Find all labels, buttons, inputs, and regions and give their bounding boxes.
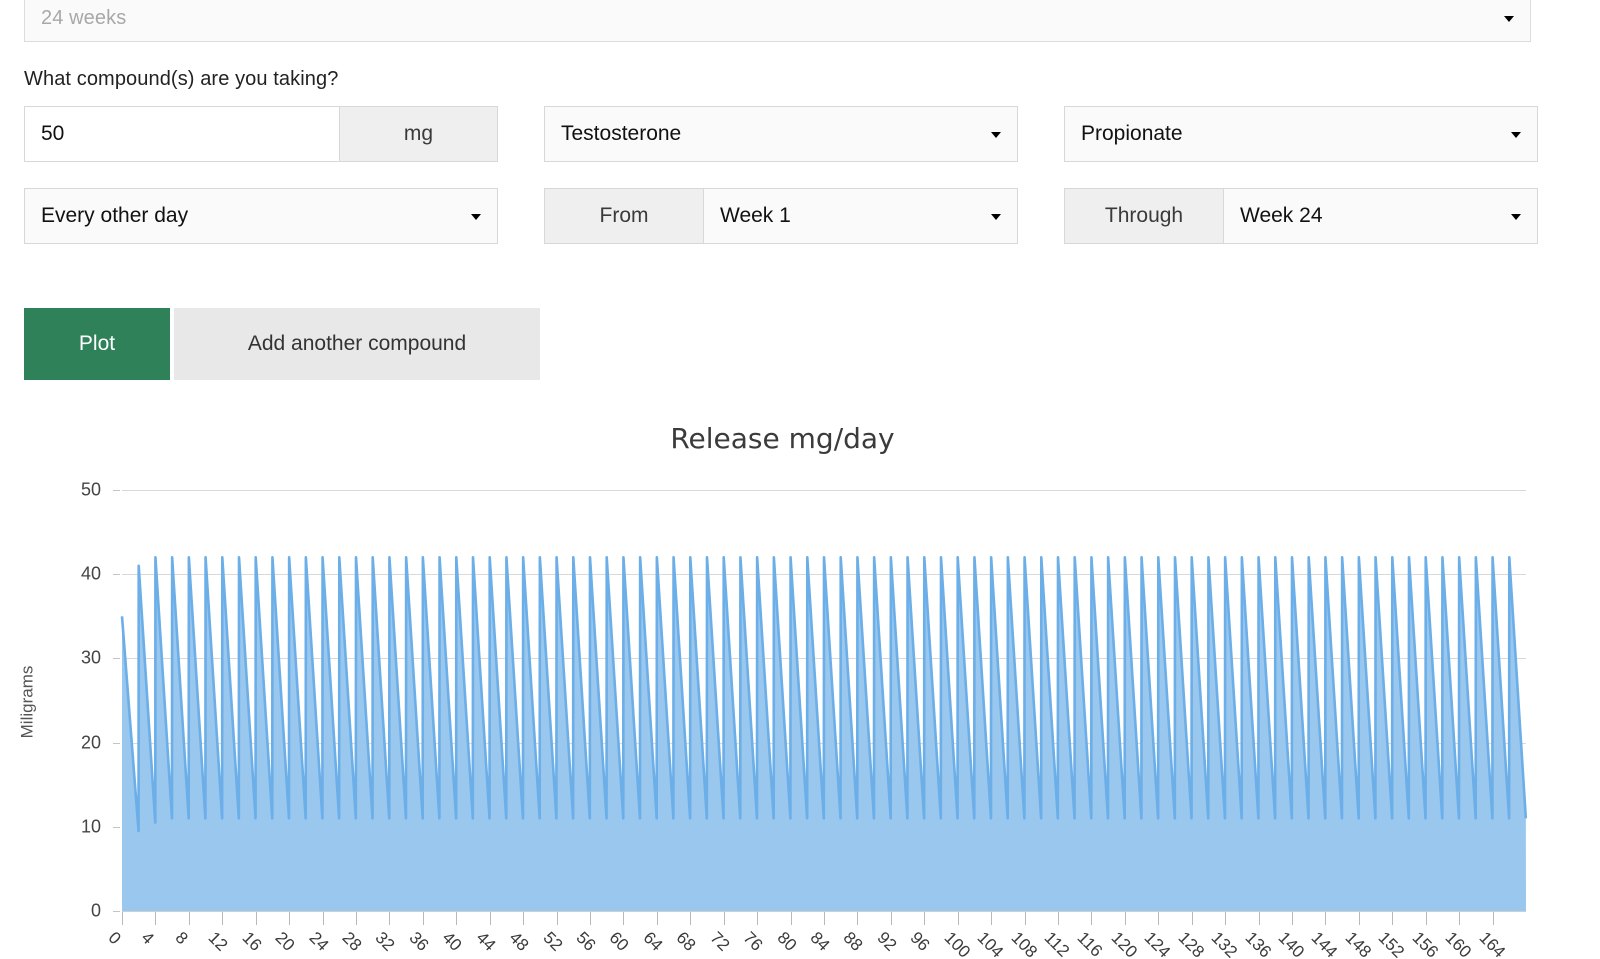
through-week-select[interactable]: Week 24 [1223, 188, 1538, 244]
x-tick-mark [790, 912, 792, 925]
x-tick-mark [1191, 912, 1193, 925]
x-tick-mark [222, 912, 224, 925]
chart-plot-area [120, 556, 1528, 911]
add-another-compound-button-label: Add another compound [247, 332, 467, 355]
x-tick-mark [289, 912, 291, 925]
through-addon: Through [1064, 188, 1224, 244]
from-addon: From [544, 188, 704, 244]
plot-button[interactable]: Plot [24, 308, 170, 380]
x-tick-mark [1158, 912, 1160, 925]
x-tick-mark [991, 912, 993, 925]
dose-unit-label: mg [403, 122, 434, 145]
frequency-select[interactable]: Every other day [24, 188, 498, 244]
frequency-select-value: Every other day [41, 204, 189, 227]
add-another-compound-button[interactable]: Add another compound [174, 308, 540, 380]
chevron-down-icon [1511, 214, 1521, 220]
x-tick-mark [523, 912, 525, 925]
x-tick-mark [1058, 912, 1059, 925]
through-week-select-value: Week 24 [1240, 204, 1323, 227]
x-tick-mark [1258, 912, 1260, 925]
x-tick-mark [1392, 912, 1394, 925]
x-tick-mark [1091, 912, 1093, 925]
chevron-down-icon [1504, 16, 1514, 22]
app-page: 24 weeks What compound(s) are you taking… [0, 0, 1600, 959]
x-tick-mark [1459, 912, 1461, 925]
chevron-down-icon [991, 132, 1001, 138]
x-tick-mark [356, 912, 357, 925]
x-tick-mark [1292, 912, 1293, 925]
x-tick-mark [590, 912, 591, 925]
x-tick-mark [1124, 912, 1126, 925]
chevron-down-icon [1511, 132, 1521, 138]
ester-select[interactable]: Propionate [1064, 106, 1538, 162]
ester-select-value: Propionate [1081, 122, 1183, 145]
dose-unit-addon: mg [339, 106, 498, 162]
dose-input[interactable]: 50 [24, 106, 340, 162]
x-tick-mark [957, 912, 959, 925]
dose-input-value: 50 [41, 122, 65, 145]
compound-select-value: Testosterone [561, 122, 682, 145]
x-tick-mark [255, 912, 257, 925]
x-tick-mark [824, 912, 825, 925]
duration-select[interactable]: 24 weeks [24, 0, 1531, 42]
x-tick-mark [122, 912, 123, 925]
x-tick-mark [656, 912, 658, 925]
x-tick-mark [188, 912, 190, 925]
compound-select[interactable]: Testosterone [544, 106, 1018, 162]
chevron-down-icon [991, 214, 1001, 220]
duration-select-value: 24 weeks [41, 6, 127, 29]
chevron-down-icon [471, 214, 481, 220]
x-tick-mark [690, 912, 692, 925]
x-tick-mark [1492, 912, 1494, 925]
x-tick-mark [556, 912, 558, 925]
through-addon-label: Through [1104, 204, 1184, 227]
x-tick-mark [1024, 912, 1026, 925]
from-week-select-value: Week 1 [720, 204, 791, 227]
plot-button-label: Plot [78, 332, 116, 355]
x-tick-mark [322, 912, 324, 925]
from-week-select[interactable]: Week 1 [703, 188, 1018, 244]
x-tick-mark [1425, 912, 1427, 925]
x-tick-mark [1225, 912, 1227, 925]
x-tick-mark [1325, 912, 1327, 925]
x-tick-mark [389, 912, 391, 925]
x-tick-mark [890, 912, 892, 925]
compound-question-label: What compound(s) are you taking? [24, 68, 339, 90]
x-tick-mark [1358, 912, 1360, 925]
x-tick-mark [723, 912, 725, 925]
release-chart: Release mg/day Miligrams 0 10 20 30 40 50 048… [0, 400, 1600, 959]
x-tick-mark [924, 912, 926, 925]
x-tick-mark [489, 912, 491, 925]
x-tick-mark [155, 912, 157, 925]
x-tick-mark [456, 912, 458, 925]
x-tick-mark [422, 912, 424, 925]
x-tick-mark [857, 912, 859, 925]
x-tick-mark [623, 912, 625, 925]
from-addon-label: From [599, 204, 649, 227]
x-tick-mark [757, 912, 759, 925]
